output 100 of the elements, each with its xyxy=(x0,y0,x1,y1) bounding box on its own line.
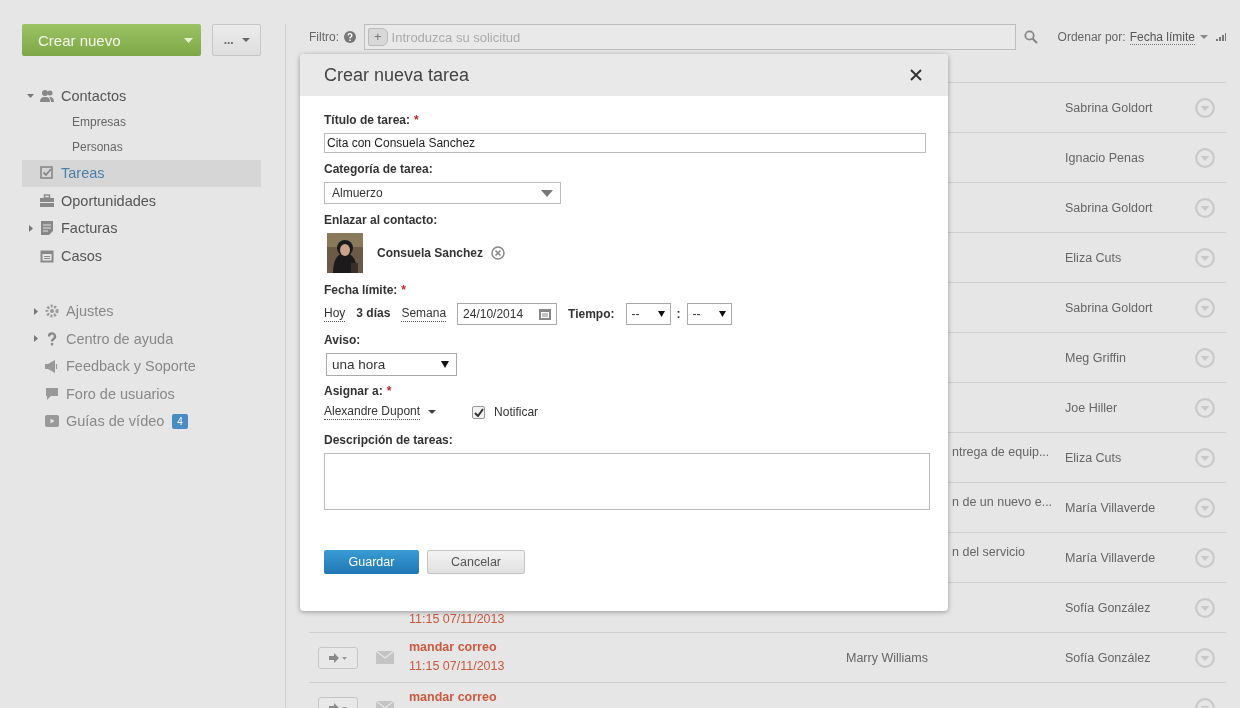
owner-name: Sabrina Goldort xyxy=(1065,300,1154,315)
dropdown-circle-icon[interactable] xyxy=(1195,247,1215,268)
help-icon xyxy=(344,31,356,43)
dropdown-circle-icon[interactable] xyxy=(1195,647,1215,668)
owner-name: Meg Griffin xyxy=(1065,350,1127,365)
task-title[interactable]: mandar correo xyxy=(409,640,846,654)
sidebar-item[interactable]: Facturas xyxy=(22,214,261,242)
more-button[interactable]: ... xyxy=(212,24,261,56)
contact-name: Consuela Sanchez xyxy=(377,246,484,260)
minute-dropdown[interactable]: -- xyxy=(686,303,732,325)
owner-name: Eliza Cuts xyxy=(1065,450,1123,465)
date-shortcut-link[interactable]: 3 días xyxy=(356,306,391,322)
category-dropdown[interactable]: Almuerzo xyxy=(324,182,561,204)
action-dropdown-button[interactable] xyxy=(318,646,358,669)
dropdown-circle-icon[interactable] xyxy=(1195,597,1215,618)
caret-icon xyxy=(541,189,553,197)
filter-field[interactable]: + Introduzca su solicitud xyxy=(364,24,1016,50)
question-icon xyxy=(45,331,59,346)
required-mark: * xyxy=(401,283,407,297)
dropdown-circle-icon[interactable] xyxy=(1195,347,1215,368)
sidebar-subitem[interactable]: Personas xyxy=(22,134,261,160)
task-title-field[interactable]: Cita con Consuela Sanchez xyxy=(324,133,926,153)
required-mark: * xyxy=(386,384,392,398)
people-icon xyxy=(40,88,54,103)
date-field[interactable]: 24/10/2014 xyxy=(457,303,558,325)
caret-icon[interactable] xyxy=(428,410,437,414)
gear-icon xyxy=(45,304,59,319)
field-label: Categoría de tarea: xyxy=(324,162,433,176)
owner-name: María Villaverde xyxy=(1065,550,1157,565)
contact-text: n del servicio xyxy=(951,544,1026,559)
dropdown-circle-icon[interactable] xyxy=(1195,197,1215,218)
owner-name: Sofía González xyxy=(1065,600,1152,615)
notify-label: Notificar xyxy=(494,405,539,419)
date-shortcut-link[interactable]: Hoy xyxy=(324,306,346,322)
arrow-caret-icon xyxy=(329,652,347,663)
field-label: Título de tarea: xyxy=(324,113,410,127)
field-label: Fecha límite: xyxy=(324,283,398,297)
speech-bubble-icon xyxy=(45,386,59,401)
collapsed-triangle-icon xyxy=(28,224,33,232)
filter-label: Filtro: xyxy=(309,30,339,44)
add-filter-tag[interactable]: + xyxy=(368,28,388,46)
close-icon[interactable] xyxy=(910,69,922,81)
dialog-title: Crear nueva tarea xyxy=(324,64,470,86)
caret-icon xyxy=(718,311,726,317)
assignee-dropdown[interactable]: Alexandre Dupont xyxy=(324,404,421,420)
notify-checkbox[interactable] xyxy=(472,405,486,419)
dropdown-circle-icon[interactable] xyxy=(1195,297,1215,318)
caret-icon xyxy=(657,311,665,317)
contact-text: n de un nuevo e... xyxy=(951,494,1054,509)
sidebar-item[interactable]: Oportunidades xyxy=(22,187,261,215)
remove-icon[interactable] xyxy=(491,246,506,260)
dropdown-circle-icon[interactable] xyxy=(1195,497,1215,518)
collapsed-triangle-icon xyxy=(33,335,38,343)
task-time: 11:15 07/11/2013 xyxy=(409,612,506,626)
owner-name: Ignacio Penas xyxy=(1065,150,1146,165)
play-icon xyxy=(45,414,59,429)
cancel-button[interactable]: Cancelar xyxy=(427,550,525,574)
dropdown-circle-icon[interactable] xyxy=(1195,547,1215,568)
owner-name: Eliza Cuts xyxy=(1065,250,1123,265)
collapsed-triangle-icon xyxy=(33,307,38,315)
sidebar-item[interactable]: Casos xyxy=(22,242,261,270)
description-field[interactable] xyxy=(324,453,930,510)
owner-name: Joe Hiller xyxy=(1065,400,1119,415)
search-icon[interactable] xyxy=(1023,30,1038,44)
checkbox-icon xyxy=(40,166,54,181)
field-label: Descripción de tareas: xyxy=(324,433,453,447)
sidebar-item[interactable]: Contactos xyxy=(22,82,261,110)
task-title[interactable]: mandar correo xyxy=(409,690,846,704)
time-label: Tiempo: xyxy=(568,307,615,321)
contact-name: Marry Williams xyxy=(846,650,928,665)
hour-dropdown[interactable]: -- xyxy=(625,303,671,325)
dropdown-circle-icon[interactable] xyxy=(1195,97,1215,118)
caret-icon xyxy=(184,37,194,43)
field-label: Asignar a: xyxy=(324,384,383,398)
sort-label: Ordenar por: xyxy=(1057,30,1126,44)
expanded-triangle-icon xyxy=(27,93,34,98)
date-shortcut-link[interactable]: Semana xyxy=(401,306,447,322)
calendar-icon[interactable] xyxy=(539,308,552,320)
field-label: Aviso: xyxy=(324,333,361,347)
count-badge: 4 xyxy=(172,413,188,429)
task-time: 11:15 07/11/2013 xyxy=(409,659,506,673)
filter-input[interactable]: Introduzca su solicitud xyxy=(387,28,1015,46)
field-label: Enlazar al contacto: xyxy=(324,213,438,227)
owner-name: Sofía González xyxy=(1065,650,1152,665)
help-item[interactable]: Guías de vídeo 4 xyxy=(27,407,253,435)
document-icon xyxy=(40,221,54,236)
contact-text: ntrega de equip... xyxy=(951,444,1051,459)
reminder-dropdown[interactable]: una hora xyxy=(326,353,457,376)
owner-name: María Villaverde xyxy=(1065,500,1157,515)
sidebar-subitem[interactable]: Empresas xyxy=(22,109,261,135)
sort-order-icon[interactable] xyxy=(1216,33,1226,41)
dropdown-circle-icon[interactable] xyxy=(1195,447,1215,468)
owner-name: Sabrina Goldort xyxy=(1065,100,1154,115)
envelope-icon xyxy=(376,651,394,664)
required-mark: * xyxy=(414,113,419,127)
dropdown-circle-icon[interactable] xyxy=(1195,147,1215,168)
dropdown-circle-icon[interactable] xyxy=(1195,397,1215,418)
sort-dropdown[interactable]: Fecha límite xyxy=(1129,29,1195,45)
caret-icon xyxy=(441,361,449,368)
save-button[interactable]: Guardar xyxy=(324,550,419,574)
